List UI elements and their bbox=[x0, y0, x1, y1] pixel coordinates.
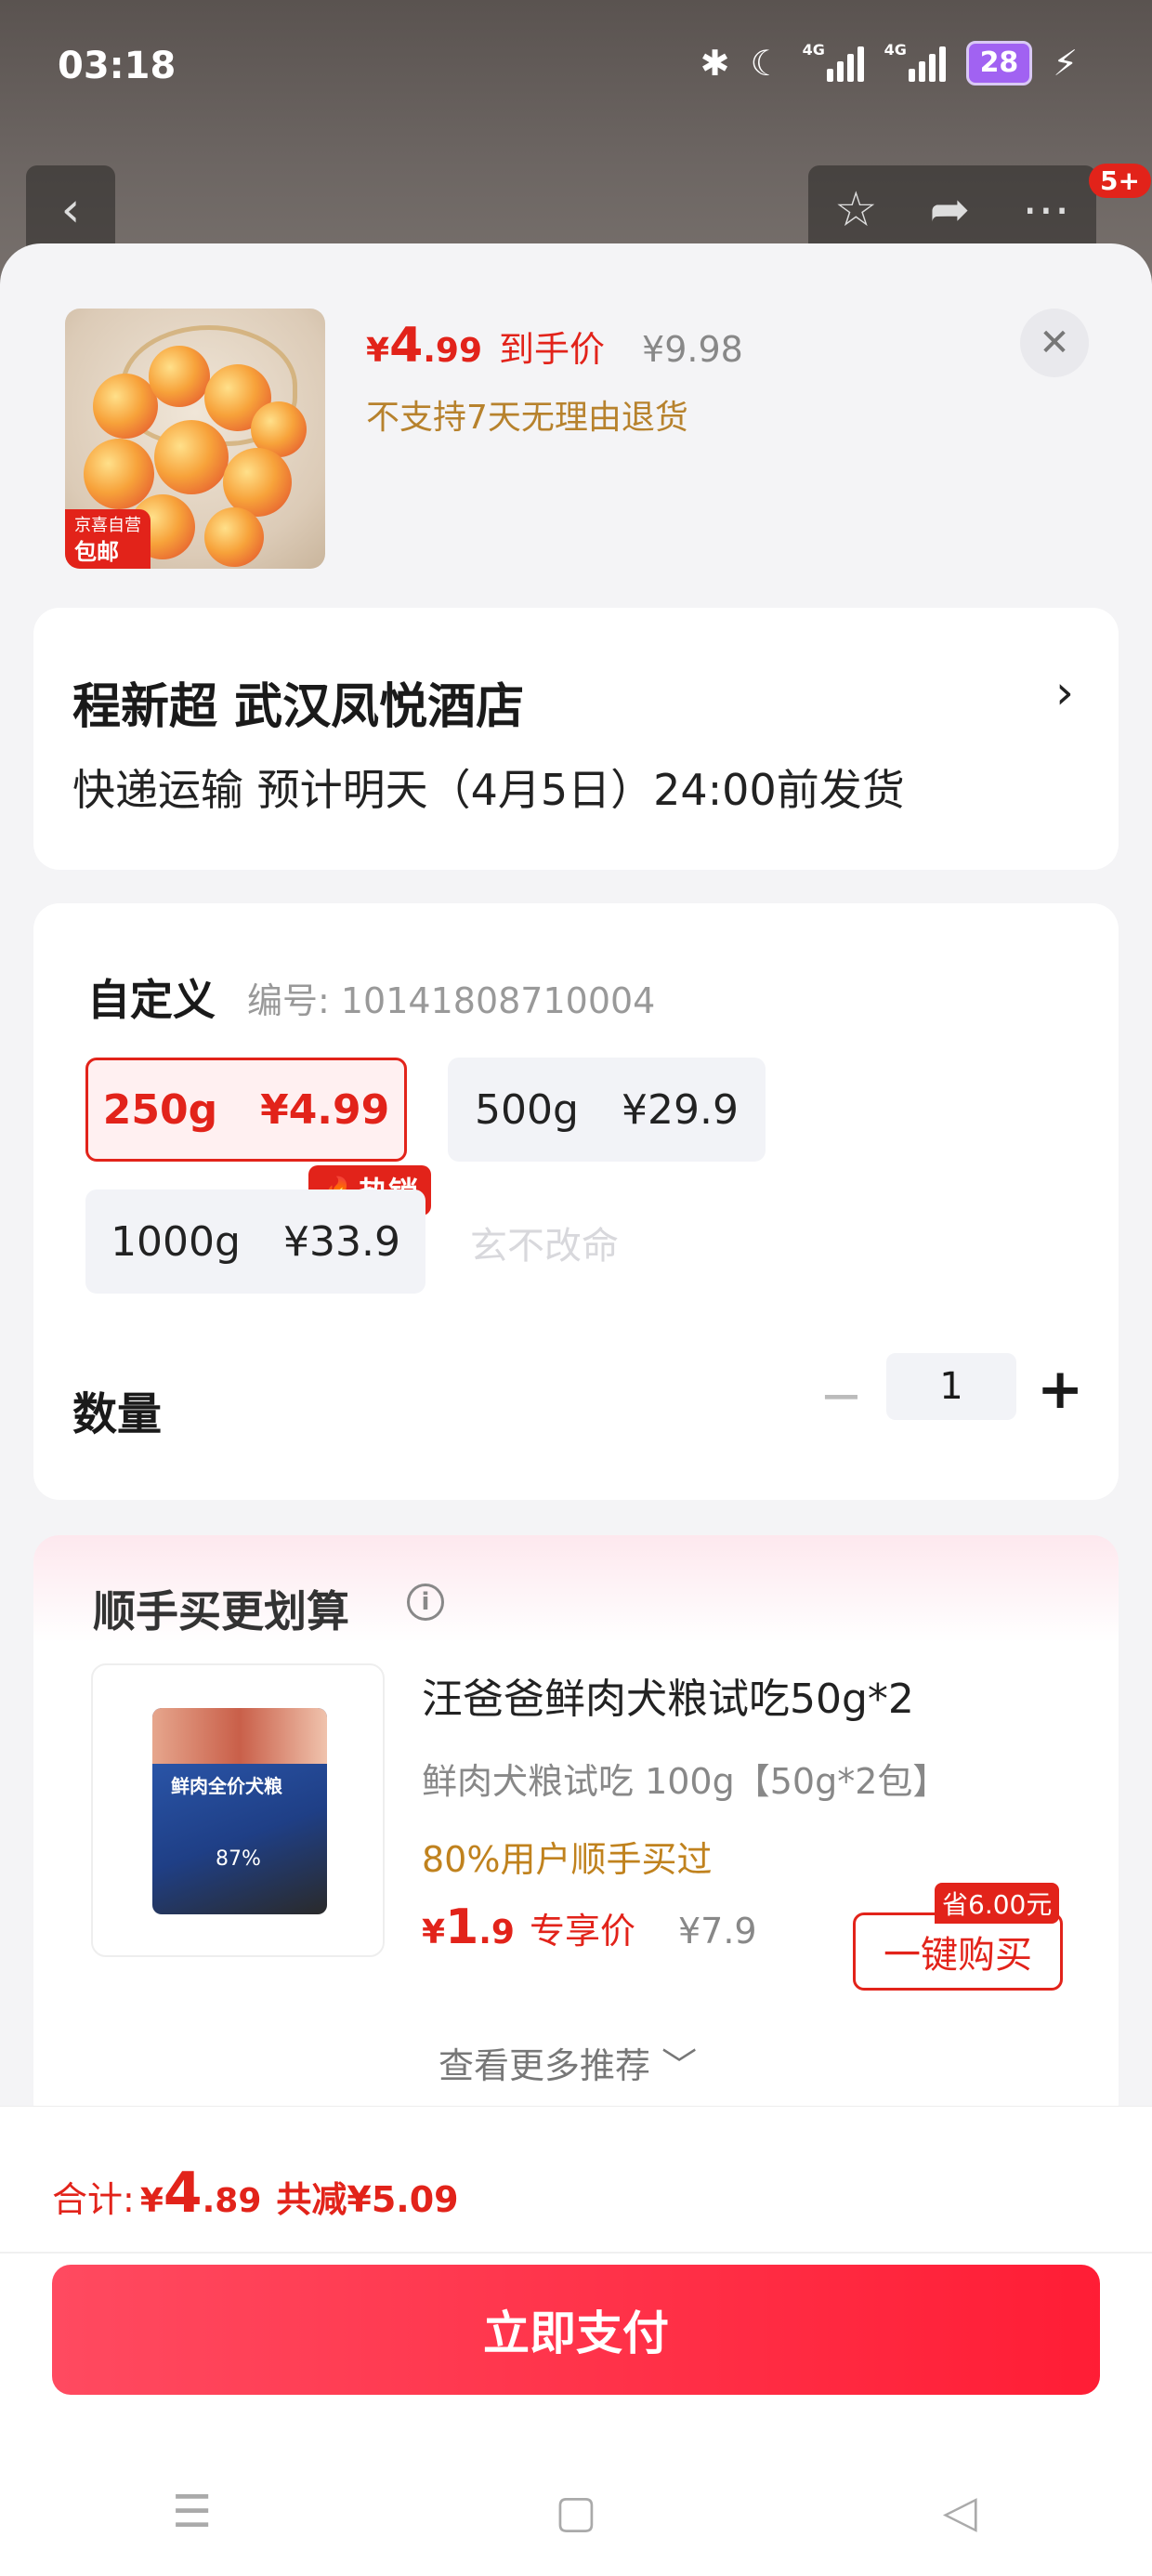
charging-icon: ⚡ bbox=[1053, 43, 1078, 84]
watermark-text: 玄不改命 bbox=[470, 1225, 619, 1268]
original-price: ¥9.98 bbox=[642, 329, 743, 370]
recommend-price-label: 专享价 bbox=[529, 1911, 635, 1952]
quantity-label: 数量 bbox=[72, 1388, 163, 1440]
home-icon[interactable]: ▢ bbox=[539, 2486, 613, 2538]
more-recommendations-link[interactable]: 查看更多推荐 ﹀ bbox=[439, 2037, 697, 2088]
option-weight: 1000g bbox=[111, 1217, 241, 1266]
recommend-buyers-note: 80%用户顺手买过 bbox=[422, 1839, 713, 1880]
quantity-decrease-button[interactable]: − bbox=[819, 1366, 863, 1426]
recommend-title: 顺手买更划算 bbox=[93, 1586, 349, 1636]
moon-icon: ☾ bbox=[750, 43, 782, 84]
system-navigation: ☰ ▢ ◁ bbox=[0, 2486, 1152, 2538]
current-price: ¥4.99 bbox=[366, 318, 483, 374]
signal-icon: 4G bbox=[803, 41, 864, 82]
address-name: 程新超 武汉凤悦酒店 bbox=[72, 679, 525, 735]
recommend-price: ¥1.9 bbox=[422, 1899, 515, 1955]
spec-option-500g[interactable]: 500g ¥29.9 bbox=[448, 1058, 766, 1162]
spec-code: 编号: 10141808710004 bbox=[247, 980, 656, 1021]
checkout-footer: 合计: ¥4.89 共减¥5.09 立即支付 ☰ ▢ ◁ bbox=[0, 2106, 1152, 2576]
shipping-estimate: 快递运输 预计明天（4月5日）24:00前发货 bbox=[72, 765, 905, 815]
pay-now-button[interactable]: 立即支付 bbox=[52, 2265, 1100, 2395]
return-policy-note: 不支持7天无理由退货 bbox=[366, 399, 688, 437]
more-icon[interactable]: ⋯ bbox=[1022, 182, 1070, 238]
spec-card: 自定义 编号: 10141808710004 250g ¥4.99 500g ¥… bbox=[33, 903, 1119, 1500]
bag-percentage: 87% bbox=[216, 1847, 261, 1871]
spec-option-250g[interactable]: 250g ¥4.99 bbox=[85, 1058, 407, 1162]
divider bbox=[0, 2252, 1152, 2254]
option-price: ¥29.9 bbox=[621, 1085, 739, 1134]
battery-indicator: 28 bbox=[965, 41, 1033, 85]
dog-food-bag: 鲜肉全价犬粮 87% bbox=[152, 1708, 327, 1914]
total-discount: 共减¥5.09 bbox=[276, 2179, 459, 2220]
recommend-price-row: ¥1.9 专享价 ¥7.9 bbox=[422, 1899, 757, 1955]
image-tag: 京喜自营 包邮 bbox=[65, 509, 151, 569]
price-label: 到手价 bbox=[499, 329, 606, 370]
status-time: 03:18 bbox=[58, 45, 177, 87]
address-card[interactable]: 程新超 武汉凤悦酒店 › 快递运输 预计明天（4月5日）24:00前发货 bbox=[33, 608, 1119, 870]
total-amount: ¥4.89 bbox=[139, 2161, 262, 2226]
recommend-product-image[interactable]: 鲜肉全价犬粮 87% bbox=[91, 1663, 385, 1957]
option-weight: 250g bbox=[102, 1085, 218, 1134]
message-badge: 5+ bbox=[1089, 164, 1151, 198]
total-row: 合计: ¥4.89 共减¥5.09 bbox=[52, 2161, 459, 2226]
recommend-original-price: ¥7.9 bbox=[678, 1911, 757, 1952]
option-price: ¥4.99 bbox=[260, 1085, 390, 1134]
close-button[interactable]: ✕ bbox=[1020, 309, 1089, 377]
bag-label: 鲜肉全价犬粮 bbox=[171, 1775, 282, 1797]
chevron-right-icon: › bbox=[1055, 665, 1074, 719]
recommend-product-spec: 鲜肉犬粮试吃 100g【50g*2包】 bbox=[422, 1761, 949, 1802]
star-icon[interactable]: ☆ bbox=[834, 182, 878, 238]
total-label: 合计: bbox=[52, 2179, 135, 2220]
menu-icon[interactable]: ☰ bbox=[155, 2486, 229, 2538]
share-icon[interactable]: ➦ bbox=[930, 182, 971, 238]
recommend-product-name[interactable]: 汪爸爸鲜肉犬粮试吃50g*2 bbox=[422, 1665, 914, 1725]
spec-title: 自定义 bbox=[87, 975, 216, 1025]
image-tag-line1: 京喜自营 bbox=[74, 516, 141, 535]
spec-option-1000g[interactable]: 1000g ¥33.9 bbox=[85, 1189, 425, 1294]
status-icons: ✱ ☾ 4G 4G 28 ⚡ bbox=[700, 41, 1078, 85]
signal-icon: 4G bbox=[884, 41, 946, 82]
top-actions: ☆ ➦ ⋯ bbox=[808, 165, 1096, 255]
save-badge: 省6.00元 bbox=[935, 1883, 1060, 1924]
quantity-input[interactable]: 1 bbox=[886, 1353, 1016, 1420]
close-icon: ✕ bbox=[1039, 322, 1070, 364]
back-icon: ‹ bbox=[60, 182, 81, 238]
option-price: ¥33.9 bbox=[282, 1217, 400, 1266]
back-triangle-icon[interactable]: ◁ bbox=[923, 2486, 997, 2538]
one-click-buy-button[interactable]: 一键购买 bbox=[853, 1912, 1063, 1991]
back-button[interactable]: ‹ bbox=[26, 165, 115, 255]
bluetooth-icon: ✱ bbox=[700, 43, 730, 84]
network-label: 4G bbox=[802, 41, 825, 59]
price-row: ¥4.99 到手价 ¥9.98 bbox=[366, 318, 743, 374]
info-icon[interactable]: i bbox=[407, 1584, 444, 1621]
image-tag-line2: 包邮 bbox=[74, 539, 119, 565]
option-weight: 500g bbox=[475, 1085, 579, 1134]
product-image: 京喜自营 包邮 bbox=[65, 309, 325, 569]
recommend-card: 顺手买更划算 i 鲜肉全价犬粮 87% 汪爸爸鲜肉犬粮试吃50g*2 鲜肉犬粮试… bbox=[33, 1535, 1119, 2130]
quantity-increase-button[interactable]: + bbox=[1037, 1357, 1083, 1422]
network-label: 4G bbox=[884, 41, 907, 59]
